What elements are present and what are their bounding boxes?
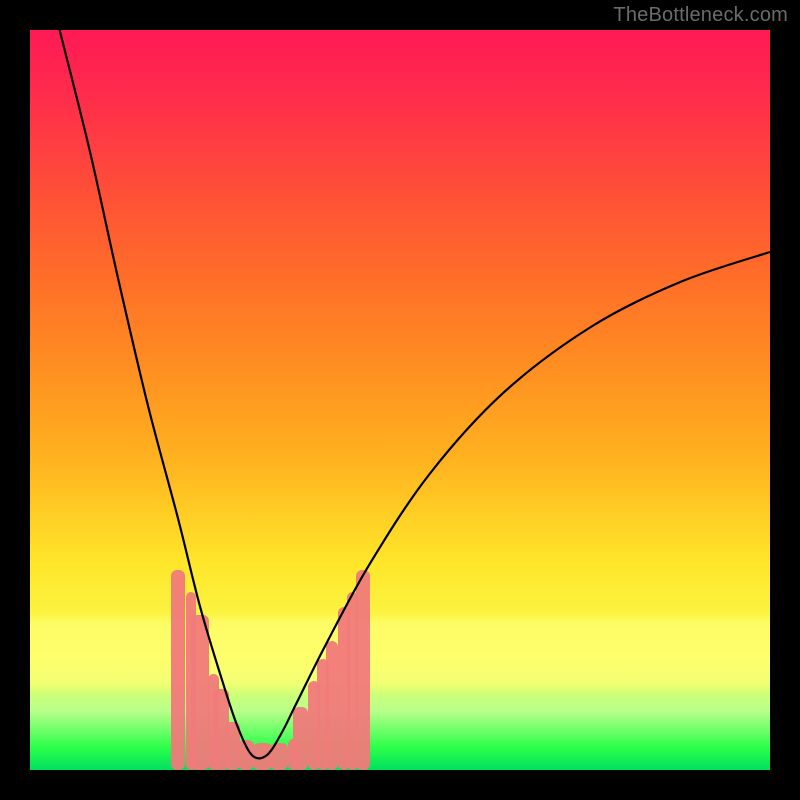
bottleneck-curve — [30, 30, 770, 770]
curve-path — [60, 30, 770, 758]
chart-frame: TheBottleneck.com — [0, 0, 800, 800]
plot-area — [30, 30, 770, 770]
watermark-text: TheBottleneck.com — [613, 4, 788, 27]
